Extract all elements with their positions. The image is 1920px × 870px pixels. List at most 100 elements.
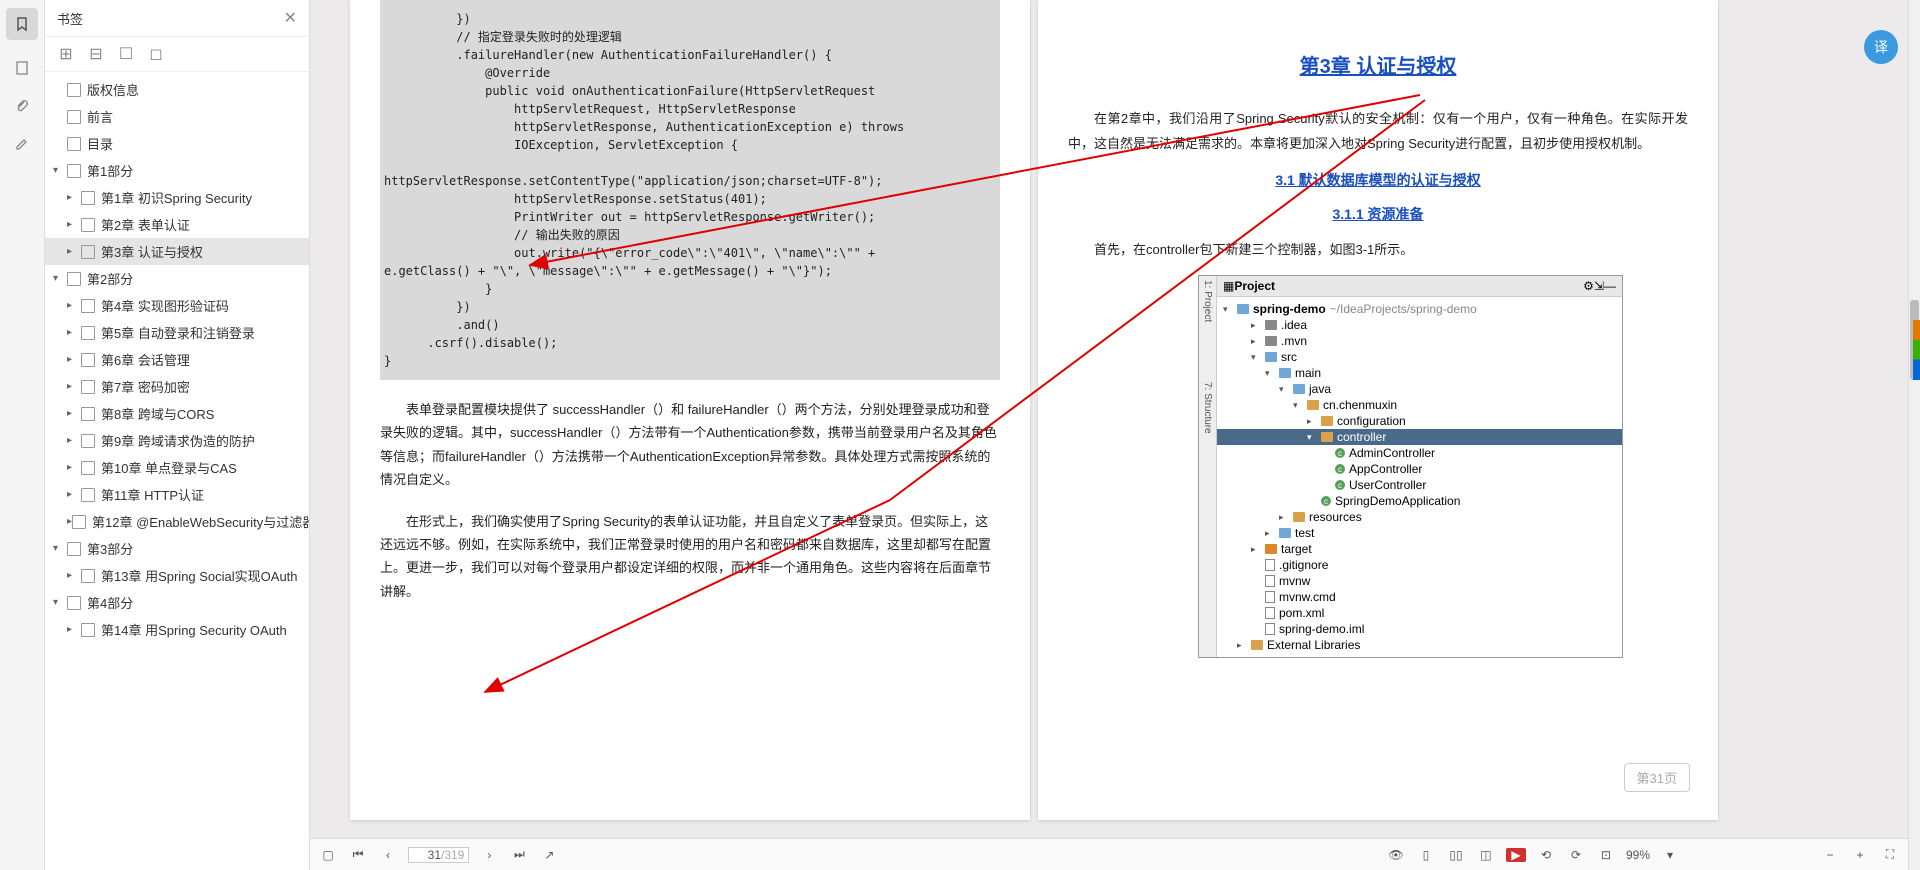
- collapse-icon[interactable]: ⊟: [87, 45, 105, 63]
- expand-icon[interactable]: ⊞: [57, 45, 75, 63]
- bookmark-item[interactable]: ▸第6章 会话管理: [45, 346, 309, 373]
- tree-node[interactable]: ▸resources: [1217, 509, 1622, 525]
- tree-node[interactable]: ▾main: [1217, 365, 1622, 381]
- bottom-toolbar: ▢ ⏮ ‹ 31 /319 › ⏭ ↗ 👁 ▯ ▯▯ ◫ ▶ ⟲ ⟳ ⊡ 99%…: [310, 838, 1908, 870]
- bookmark-item[interactable]: ▸第5章 自动登录和注销登录: [45, 319, 309, 346]
- rotate-left-icon[interactable]: ⟲: [1536, 848, 1556, 862]
- subsection-heading: 3.1.1 资源准备: [1068, 204, 1688, 224]
- last-page-icon[interactable]: ⏭: [509, 847, 529, 862]
- bookmark-item[interactable]: ▸第9章 跨域请求伪造的防护: [45, 427, 309, 454]
- tree-node[interactable]: mvnw: [1217, 573, 1622, 589]
- tree-node[interactable]: ▾controller: [1217, 429, 1622, 445]
- panel-toggle-icon[interactable]: ▢: [318, 848, 338, 862]
- page-left: }) // 指定登录失败时的处理逻辑 .failureHandler(new A…: [350, 0, 1030, 820]
- bookmarks-sidebar: 书签 ✕ ⊞ ⊟ ☐ ◻ 版权信息前言目录▾第1部分▸第1章 初识Spring …: [45, 0, 310, 870]
- continuous-icon[interactable]: ▯▯: [1446, 848, 1466, 862]
- hide-icon[interactable]: —: [1604, 279, 1616, 293]
- tree-root[interactable]: ▾spring-demo ~/IdeaProjects/spring-demo: [1217, 301, 1622, 317]
- tree-node[interactable]: cAdminController: [1217, 445, 1622, 461]
- tree-node[interactable]: ▸External Libraries: [1217, 637, 1622, 653]
- bookmark-item[interactable]: ▸第7章 密码加密: [45, 373, 309, 400]
- tree-node[interactable]: spring-demo.iml: [1217, 621, 1622, 637]
- tree-node[interactable]: ▾java: [1217, 381, 1622, 397]
- structure-tab[interactable]: 7: Structure: [1202, 382, 1213, 434]
- left-toolbar: [0, 0, 45, 870]
- fullscreen-icon[interactable]: ⛶: [1880, 847, 1900, 862]
- attachment-icon[interactable]: [12, 96, 32, 116]
- rotate-right-icon[interactable]: ⟳: [1566, 848, 1586, 862]
- zoom-level[interactable]: 99%: [1626, 848, 1650, 862]
- scrollbar[interactable]: [1908, 0, 1920, 870]
- bookmark-item[interactable]: ▾第3部分: [45, 535, 309, 562]
- sidebar-toolbar: ⊞ ⊟ ☐ ◻: [45, 37, 309, 72]
- tree-node[interactable]: mvnw.cmd: [1217, 589, 1622, 605]
- collapse-icon[interactable]: ⇲: [1594, 279, 1604, 293]
- tree-node[interactable]: ▸.idea: [1217, 317, 1622, 333]
- tree-node[interactable]: pom.xml: [1217, 605, 1622, 621]
- bookmark-item[interactable]: ▸第8章 跨域与CORS: [45, 400, 309, 427]
- edit-icon[interactable]: [12, 134, 32, 154]
- page-icon[interactable]: [12, 58, 32, 78]
- bookmark-item[interactable]: ▾第1部分: [45, 157, 309, 184]
- chapter-title: 第3章 认证与授权: [1068, 50, 1688, 79]
- intro-text: 在第2章中，我们沿用了Spring Security默认的安全机制：仅有一个用户…: [1068, 107, 1688, 156]
- scrollbar-marks: [1913, 320, 1920, 380]
- tree-node[interactable]: ▸configuration: [1217, 413, 1622, 429]
- jump-icon[interactable]: ↗: [539, 848, 559, 862]
- bookmark-icon[interactable]: [6, 8, 38, 40]
- code-block: }) // 指定登录失败时的处理逻辑 .failureHandler(new A…: [380, 0, 1000, 380]
- paragraph: 表单登录配置模块提供了 successHandler（）和 failureHan…: [380, 398, 1000, 492]
- page-badge: 第31页: [1624, 763, 1690, 792]
- bookmark-item[interactable]: ▾第4部分: [45, 589, 309, 616]
- page-total: /319: [441, 848, 464, 862]
- bookmark-item[interactable]: ▾第2部分: [45, 265, 309, 292]
- bookmark-item[interactable]: ▸第4章 实现图形验证码: [45, 292, 309, 319]
- first-page-icon[interactable]: ⏮: [348, 847, 368, 862]
- single-page-icon[interactable]: ▯: [1416, 848, 1436, 862]
- zoom-dropdown-icon[interactable]: ▾: [1660, 848, 1680, 862]
- section-heading: 3.1 默认数据库模型的认证与授权: [1068, 170, 1688, 190]
- assistant-button[interactable]: 译: [1864, 30, 1898, 64]
- prev-page-icon[interactable]: ‹: [378, 848, 398, 862]
- zoom-out-icon[interactable]: −: [1820, 848, 1840, 862]
- tree-node[interactable]: ▸target: [1217, 541, 1622, 557]
- project-tab[interactable]: 1: Project: [1202, 280, 1213, 322]
- eye-icon[interactable]: 👁: [1386, 848, 1406, 862]
- play-icon[interactable]: ▶: [1506, 848, 1526, 862]
- two-page-icon[interactable]: ◫: [1476, 848, 1496, 862]
- bookmark-item[interactable]: ▸第11章 HTTP认证: [45, 481, 309, 508]
- tree-node[interactable]: ▸.mvn: [1217, 333, 1622, 349]
- gear-icon[interactable]: ⚙: [1583, 279, 1594, 293]
- fit-icon[interactable]: ⊡: [1596, 848, 1616, 862]
- tree-node[interactable]: ▾src: [1217, 349, 1622, 365]
- tree-node[interactable]: cSpringDemoApplication: [1217, 493, 1622, 509]
- bookmark-tag-icon[interactable]: ◻: [147, 45, 165, 63]
- project-tree: ▾spring-demo ~/IdeaProjects/spring-demo▸…: [1217, 297, 1622, 657]
- tree-node[interactable]: ▾cn.chenmuxin: [1217, 397, 1622, 413]
- page-input-wrap: 31 /319: [408, 847, 469, 863]
- bookmark-item[interactable]: ▸第12章 @EnableWebSecurity与过滤器: [45, 508, 309, 535]
- bookmark-item[interactable]: ▸第1章 初识Spring Security: [45, 184, 309, 211]
- sidebar-title: 书签: [57, 9, 284, 28]
- bookmark-item[interactable]: ▸第10章 单点登录与CAS: [45, 454, 309, 481]
- bookmark-item[interactable]: ▸第2章 表单认证: [45, 211, 309, 238]
- zoom-in-icon[interactable]: +: [1850, 848, 1870, 862]
- bookmark-item[interactable]: 目录: [45, 130, 309, 157]
- document-viewport: }) // 指定登录失败时的处理逻辑 .failureHandler(new A…: [310, 0, 1908, 870]
- bookmark-tree: 版权信息前言目录▾第1部分▸第1章 初识Spring Security▸第2章 …: [45, 72, 309, 870]
- bookmark-add-icon[interactable]: ☐: [117, 45, 135, 63]
- page-current[interactable]: 31: [413, 848, 441, 862]
- ide-project-panel: 1: Project 7: Structure ▦ Project ⚙ ⇲ — …: [1198, 275, 1623, 658]
- tree-node[interactable]: cAppController: [1217, 461, 1622, 477]
- bookmark-item[interactable]: ▸第13章 用Spring Social实现OAuth: [45, 562, 309, 589]
- panel-icon: ▦: [1223, 279, 1234, 293]
- next-page-icon[interactable]: ›: [479, 848, 499, 862]
- tree-node[interactable]: cUserController: [1217, 477, 1622, 493]
- bookmark-item[interactable]: 前言: [45, 103, 309, 130]
- bookmark-item[interactable]: ▸第14章 用Spring Security OAuth: [45, 616, 309, 643]
- tree-node[interactable]: .gitignore: [1217, 557, 1622, 573]
- bookmark-item[interactable]: ▸第3章 认证与授权: [45, 238, 309, 265]
- tree-node[interactable]: ▸test: [1217, 525, 1622, 541]
- close-icon[interactable]: ✕: [284, 8, 297, 28]
- bookmark-item[interactable]: 版权信息: [45, 76, 309, 103]
